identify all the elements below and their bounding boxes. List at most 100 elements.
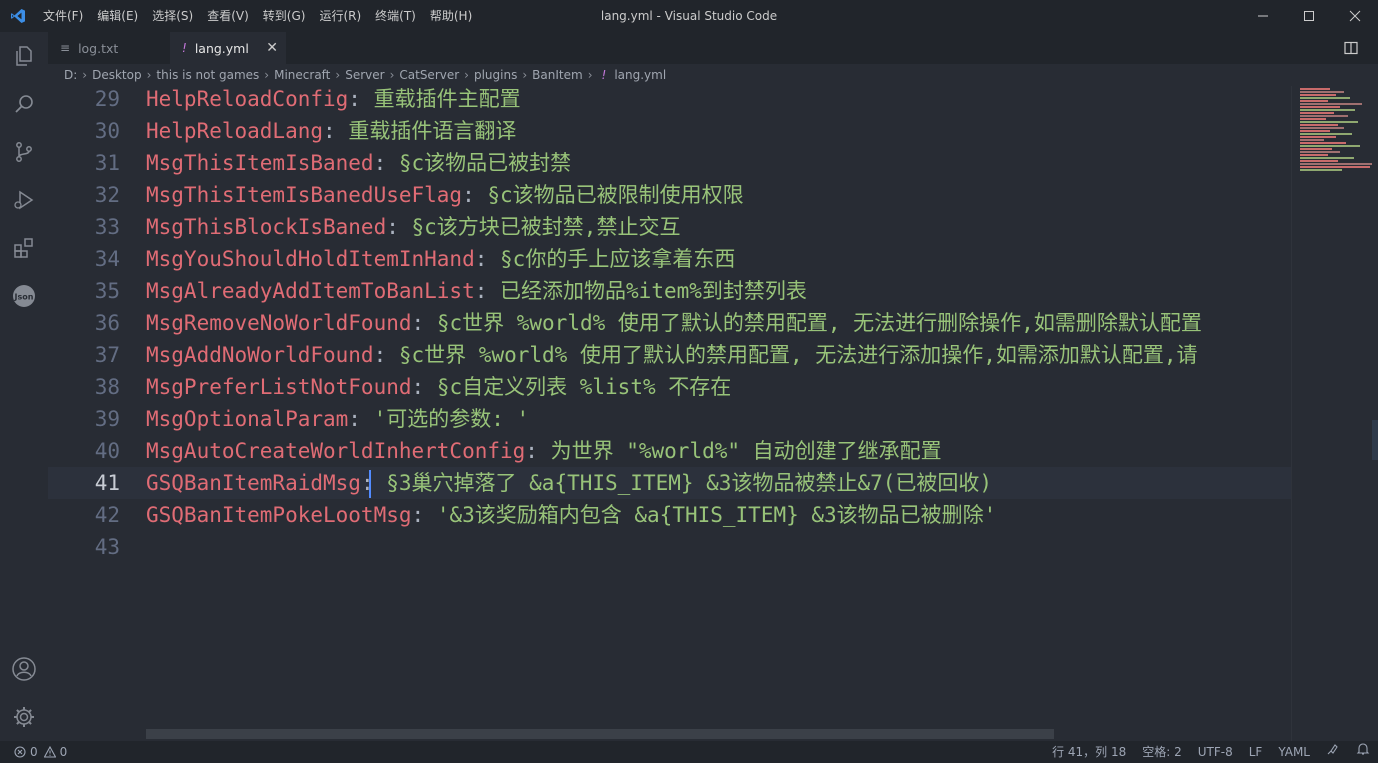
extensions-button[interactable]	[0, 224, 48, 272]
language-mode[interactable]: YAML	[1270, 741, 1318, 763]
gear-icon	[14, 707, 34, 727]
yaml-value: §c该方块已被封禁,禁止交互	[398, 215, 681, 239]
yaml-key: MsgAddNoWorldFound	[146, 343, 374, 367]
code-line[interactable]: 39 MsgOptionalParam: '可选的参数: '	[48, 403, 1291, 435]
breadcrumb-item[interactable]: Server	[345, 68, 384, 82]
menu-help[interactable]: 帮助(H)	[423, 0, 479, 32]
manage-button[interactable]	[0, 693, 48, 741]
tab-lang-yml[interactable]: ! lang.yml ✕	[170, 32, 286, 64]
yaml-value: 为世界 "%world%" 自动创建了继承配置	[537, 439, 942, 463]
code-editor[interactable]: 29 HelpReloadConfig: 重载插件主配置 30 HelpReload…	[48, 86, 1291, 741]
line-number: 29	[94, 87, 120, 111]
line-number: 33	[94, 215, 120, 239]
minimize-button[interactable]	[1240, 0, 1286, 32]
yaml-key: MsgPreferListNotFound	[146, 375, 412, 399]
breadcrumb-item[interactable]: lang.yml	[614, 68, 666, 82]
encoding[interactable]: UTF-8	[1190, 741, 1241, 763]
horizontal-scrollbar[interactable]	[146, 729, 1054, 739]
yaml-value: §3巢穴掉落了 &a{THIS_ITEM} &3该物品被禁止&7(已被回收)	[373, 471, 993, 495]
line-number: 37	[94, 343, 120, 367]
line-number: 38	[94, 375, 120, 399]
chevron-right-icon: ›	[389, 68, 395, 82]
menu-selection[interactable]: 选择(S)	[145, 0, 200, 32]
menu-file[interactable]: 文件(F)	[36, 0, 90, 32]
problems-indicator[interactable]: 0 0	[0, 745, 67, 759]
account-icon	[12, 657, 36, 681]
line-number: 39	[94, 407, 120, 431]
yaml-key: MsgAlreadyAddItemToBanList	[146, 279, 475, 303]
error-icon	[14, 746, 26, 758]
breadcrumb-item[interactable]: this is not games	[156, 68, 259, 82]
breadcrumb-item[interactable]: CatServer	[399, 68, 459, 82]
breadcrumb-item[interactable]: Minecraft	[274, 68, 330, 82]
yaml-value: §c该物品已被封禁	[386, 151, 572, 175]
accounts-button[interactable]	[0, 645, 48, 693]
menu-go[interactable]: 转到(G)	[256, 0, 313, 32]
code-line[interactable]: 31 MsgThisItemIsBaned: §c该物品已被封禁	[48, 147, 1291, 179]
chevron-right-icon: ›	[82, 68, 88, 82]
code-line[interactable]: 42 GSQBanItemPokeLootMsg: '&3该奖励箱内包含 &a{T…	[48, 499, 1291, 531]
yaml-key: HelpReloadLang	[146, 119, 324, 143]
tab-log-txt[interactable]: ≡ log.txt	[48, 32, 170, 64]
line-number: 42	[94, 503, 120, 527]
code-line[interactable]: 34 MsgYouShouldHoldItemInHand: §c你的手上应该拿着…	[48, 243, 1291, 275]
indentation[interactable]: 空格: 2	[1134, 741, 1190, 763]
line-number: 35	[94, 279, 120, 303]
end-of-line[interactable]: LF	[1241, 741, 1271, 763]
code-line[interactable]: 30 HelpReloadLang: 重载插件语言翻译	[48, 115, 1291, 147]
split-editor-icon	[1344, 41, 1358, 55]
code-line[interactable]: 36 MsgRemoveNoWorldFound: §c世界 %world% 使用…	[48, 307, 1291, 339]
code-line[interactable]: 43	[48, 531, 1291, 563]
breadcrumb-item[interactable]: D:	[64, 68, 77, 82]
json-extension-button[interactable]: Json	[0, 272, 48, 320]
yaml-key: MsgYouShouldHoldItemInHand	[146, 247, 475, 271]
search-button[interactable]	[0, 80, 48, 128]
menu-edit[interactable]: 编辑(E)	[90, 0, 145, 32]
tab-label: log.txt	[78, 40, 119, 56]
files-icon	[16, 46, 32, 66]
menu-terminal[interactable]: 终端(T)	[368, 0, 423, 32]
menu-run[interactable]: 运行(R)	[312, 0, 368, 32]
code-line[interactable]: 35 MsgAlreadyAddItemToBanList: 已经添加物品%ite…	[48, 275, 1291, 307]
current-code-line[interactable]: 41 GSQBanItemRaidMsg: §3巢穴掉落了 &a{THIS_ITE…	[48, 467, 1291, 499]
code-line[interactable]: 32 MsgThisItemIsBanedUseFlag: §c该物品已被限制使用…	[48, 179, 1291, 211]
yaml-value: '可选的参数: '	[360, 407, 530, 431]
yaml-key: MsgThisItemIsBaned	[146, 151, 374, 175]
close-tab-icon[interactable]: ✕	[266, 32, 278, 64]
warning-count: 0	[59, 745, 68, 759]
run-debug-button[interactable]	[0, 176, 48, 224]
cursor-position[interactable]: 行 41，列 18	[1044, 741, 1134, 763]
code-line[interactable]: 40 MsgAutoCreateWorldInhertConfig: 为世界 "%…	[48, 435, 1291, 467]
yaml-value: 已经添加物品%item%到封禁列表	[487, 279, 807, 303]
feedback-button[interactable]	[1318, 741, 1348, 763]
breadcrumb-item[interactable]: Desktop	[92, 68, 142, 82]
menu-view[interactable]: 查看(V)	[200, 0, 256, 32]
notifications-button[interactable]	[1348, 741, 1378, 763]
code-line[interactable]: 38 MsgPreferListNotFound: §c自定义列表 %list% …	[48, 371, 1291, 403]
breadcrumb-item[interactable]: plugins	[474, 68, 517, 82]
explorer-button[interactable]	[0, 32, 48, 80]
yaml-key: MsgThisItemIsBanedUseFlag	[146, 183, 463, 207]
run-debug-icon	[14, 190, 34, 210]
yaml-value: '&3该奖励箱内包含 &a{THIS_ITEM} &3该物品已被删除'	[424, 503, 997, 527]
split-editor-button[interactable]	[1336, 32, 1366, 64]
yaml-key: MsgAutoCreateWorldInhertConfig	[146, 439, 526, 463]
line-number: 32	[94, 183, 120, 207]
vertical-scrollbar[interactable]	[1372, 420, 1378, 460]
breadcrumb-item[interactable]: BanItem	[532, 68, 583, 82]
yaml-value: §c自定义列表 %list% 不存在	[424, 375, 732, 399]
maximize-button[interactable]	[1286, 0, 1332, 32]
source-control-icon	[16, 142, 32, 162]
code-line[interactable]: 29 HelpReloadConfig: 重载插件主配置	[48, 86, 1291, 115]
feedback-icon	[1327, 744, 1338, 755]
maximize-icon	[1304, 11, 1314, 21]
line-number: 30	[94, 119, 120, 143]
close-window-button[interactable]	[1332, 0, 1378, 32]
chevron-right-icon: ›	[522, 68, 528, 82]
source-control-button[interactable]	[0, 128, 48, 176]
code-line[interactable]: 37 MsgAddNoWorldFound: §c世界 %world% 使用了默认…	[48, 339, 1291, 371]
code-line[interactable]: 33 MsgThisBlockIsBaned: §c该方块已被封禁,禁止交互	[48, 211, 1291, 243]
chevron-right-icon: ›	[587, 68, 593, 82]
minimap[interactable]	[1291, 86, 1378, 741]
close-icon	[1349, 10, 1361, 22]
